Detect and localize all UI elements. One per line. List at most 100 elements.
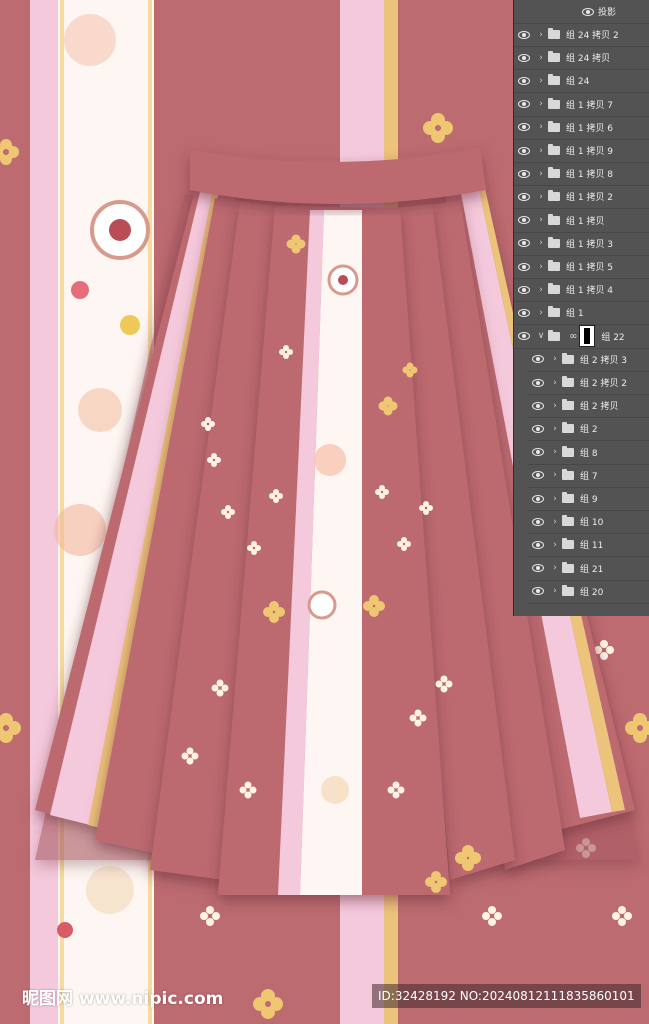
folder-icon: [548, 167, 560, 179]
chevron-right-icon[interactable]: ›: [548, 354, 562, 364]
chevron-right-icon[interactable]: ›: [548, 378, 562, 388]
chevron-right-icon[interactable]: ›: [534, 99, 548, 109]
folder-icon: [548, 51, 560, 63]
layer-row[interactable]: › 组 1 拷贝 8: [514, 162, 649, 187]
layer-row[interactable]: › 组 1 拷贝 9: [514, 139, 649, 163]
chevron-right-icon[interactable]: ›: [534, 238, 548, 248]
eye-icon[interactable]: [514, 255, 534, 278]
layer-effect-drop-shadow[interactable]: 投影: [514, 0, 649, 24]
eye-icon[interactable]: [528, 580, 548, 603]
layer-row[interactable]: › 组 1: [514, 301, 649, 326]
chevron-right-icon[interactable]: ›: [534, 285, 548, 295]
layer-row[interactable]: › 组 1 拷贝 4: [514, 278, 649, 303]
folder-icon: [548, 283, 560, 295]
chevron-right-icon[interactable]: ›: [548, 517, 562, 527]
eye-icon[interactable]: [514, 69, 534, 92]
eye-icon[interactable]: [514, 46, 534, 69]
layer-row[interactable]: › 组 1 拷贝 5: [514, 255, 649, 279]
eye-icon[interactable]: [578, 0, 598, 23]
eye-icon[interactable]: [514, 23, 534, 46]
eye-icon[interactable]: [514, 278, 534, 301]
eye-icon[interactable]: [528, 417, 548, 440]
folder-icon: [562, 584, 574, 596]
layer-row[interactable]: › 组 1 拷贝 7: [514, 93, 649, 117]
chevron-right-icon[interactable]: ›: [534, 262, 548, 272]
chevron-right-icon[interactable]: ›: [534, 122, 548, 132]
link-icon[interactable]: ∞: [569, 331, 577, 342]
skirt-rose: [321, 776, 349, 804]
layer-row[interactable]: › 组 2 拷贝 2: [528, 371, 649, 395]
eye-icon[interactable]: [528, 510, 548, 533]
layer-row[interactable]: › 组 1 拷贝 6: [514, 116, 649, 140]
eye-icon[interactable]: [528, 533, 548, 556]
folder-icon: [562, 561, 574, 573]
layer-row[interactable]: › 组 2: [528, 417, 649, 442]
layer-name: 组 24 拷贝: [566, 54, 611, 65]
skirt-rose: [314, 444, 346, 476]
folder-icon: [548, 120, 560, 132]
layer-row[interactable]: › 组 1 拷贝 2: [514, 185, 649, 210]
chevron-right-icon[interactable]: ›: [548, 586, 562, 596]
folder-icon: [548, 74, 560, 86]
eye-icon[interactable]: [514, 232, 534, 255]
layer-name: 组 1 拷贝 4: [566, 286, 614, 297]
eye-icon[interactable]: [528, 348, 548, 371]
layer-row[interactable]: › 组 24 拷贝: [514, 46, 649, 71]
chevron-right-icon[interactable]: ›: [534, 308, 548, 318]
layer-mask-thumbnail[interactable]: [579, 325, 596, 348]
layer-name: 组 9: [580, 495, 598, 505]
eye-icon[interactable]: [514, 139, 534, 162]
eye-icon[interactable]: [528, 394, 548, 417]
layer-row[interactable]: › 组 10: [528, 510, 649, 535]
layer-row[interactable]: › 组 1 拷贝 3: [514, 232, 649, 256]
chevron-right-icon[interactable]: ›: [548, 494, 562, 504]
eye-icon[interactable]: [514, 325, 534, 348]
layer-row[interactable]: › 组 2 拷贝: [528, 394, 649, 419]
chevron-right-icon[interactable]: ›: [534, 146, 548, 156]
chevron-right-icon[interactable]: ›: [548, 563, 562, 573]
layer-row[interactable]: › 组 11: [528, 533, 649, 558]
layer-row[interactable]: › 组 20: [528, 580, 649, 604]
eye-icon[interactable]: [528, 441, 548, 464]
chevron-right-icon[interactable]: ›: [534, 30, 548, 40]
chevron-right-icon[interactable]: ›: [534, 169, 548, 179]
folder-icon: [562, 376, 574, 387]
chevron-right-icon[interactable]: ›: [534, 53, 548, 63]
chevron-right-icon[interactable]: ›: [534, 192, 548, 202]
layer-row[interactable]: › 组 24 拷贝 2: [514, 23, 649, 47]
layer-name: 组 21: [580, 564, 604, 575]
chevron-right-icon[interactable]: ›: [548, 424, 562, 434]
eye-icon[interactable]: [514, 116, 534, 139]
folder-icon: [562, 492, 574, 503]
eye-icon[interactable]: [514, 162, 534, 185]
eye-icon[interactable]: [528, 371, 548, 394]
layer-row[interactable]: › 组 21: [528, 557, 649, 581]
eye-icon[interactable]: [514, 209, 534, 232]
layer-row[interactable]: › 组 2 拷贝 3: [528, 348, 649, 372]
chevron-right-icon[interactable]: ›: [548, 470, 562, 480]
chevron-right-icon[interactable]: ›: [534, 215, 548, 225]
folder-icon: [562, 399, 574, 411]
layer-row[interactable]: › 组 1 拷贝: [514, 209, 649, 233]
eye-icon[interactable]: [514, 185, 534, 208]
layer-name: 组 22: [601, 332, 625, 343]
layer-row[interactable]: › 组 8: [528, 441, 649, 465]
layer-name: 组 20: [580, 587, 604, 598]
eye-icon[interactable]: [528, 487, 548, 510]
eye-icon[interactable]: [528, 557, 548, 580]
eye-icon[interactable]: [514, 301, 534, 324]
layer-row[interactable]: ∨ ∞ 组 22: [514, 325, 649, 349]
chevron-down-icon[interactable]: ∨: [534, 331, 548, 341]
eye-icon[interactable]: [514, 93, 534, 116]
chevron-right-icon[interactable]: ›: [548, 447, 562, 457]
chevron-right-icon[interactable]: ›: [548, 540, 562, 550]
chevron-right-icon[interactable]: ›: [534, 76, 548, 86]
layer-row[interactable]: › 组 9: [528, 487, 649, 511]
eye-icon[interactable]: [528, 464, 548, 487]
folder-icon: [548, 97, 560, 109]
layer-row[interactable]: › 组 24: [514, 69, 649, 94]
skirt-medallion: [307, 590, 337, 620]
layer-name: 组 1 拷贝 5: [566, 263, 614, 273]
chevron-right-icon[interactable]: ›: [548, 401, 562, 411]
layer-row[interactable]: › 组 7: [528, 464, 649, 488]
